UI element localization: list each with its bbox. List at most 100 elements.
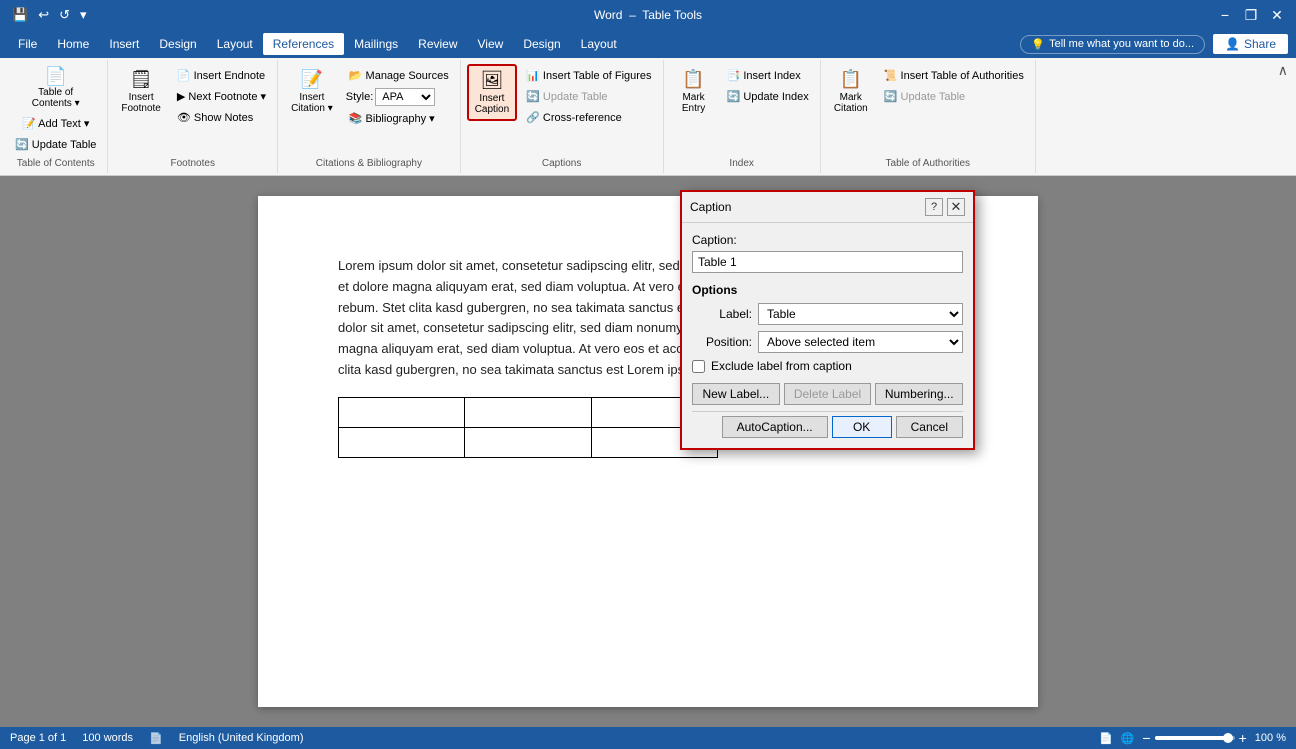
manage-sources-button[interactable]: 📂 Manage Sources — [344, 66, 454, 85]
authorities-group-label: Table of Authorities — [886, 154, 971, 169]
zoom-in-icon[interactable]: + — [1239, 730, 1247, 746]
position-select[interactable]: Above selected item Below selected item — [758, 331, 963, 353]
update-table-toc-button[interactable]: 🔄 Update Table — [10, 135, 101, 154]
menu-table-layout[interactable]: Layout — [571, 33, 627, 55]
style-select[interactable]: APA MLA Chicago — [375, 88, 435, 106]
ribbon-group-footnotes: 🗒 InsertFootnote 📄 Insert Endnote ▶ Next… — [108, 60, 278, 173]
dialog-close-button[interactable]: ✕ — [947, 198, 965, 216]
footnotes-group-label: Footnotes — [170, 154, 214, 169]
menu-file[interactable]: File — [8, 33, 47, 55]
document-table — [338, 397, 718, 458]
update-table-authorities-button[interactable]: 🔄 Update Table — [879, 87, 1029, 106]
insert-table-of-authorities-button[interactable]: 📜 Insert Table of Authorities — [879, 66, 1029, 85]
new-label-button[interactable]: New Label... — [692, 383, 780, 405]
insert-index-button[interactable]: 📑 Insert Index — [722, 66, 814, 85]
minimize-button[interactable]: − — [1214, 4, 1236, 26]
close-button[interactable]: ✕ — [1266, 4, 1288, 26]
window-controls: − ❐ ✕ — [1214, 4, 1288, 26]
dialog-title-buttons: ? ✕ — [925, 198, 965, 216]
view-print-icon[interactable]: 📄 — [1099, 732, 1113, 745]
caption-label: Caption: — [692, 233, 963, 247]
word-count: 100 words — [82, 732, 133, 744]
insert-citation-button[interactable]: 📝 InsertCitation ▾ — [284, 64, 340, 119]
caption-input[interactable] — [692, 251, 963, 273]
view-web-icon[interactable]: 🌐 — [1121, 732, 1135, 745]
zoom-bar: − + — [1142, 730, 1246, 746]
insert-caption-button[interactable]: 🖼 InsertCaption — [467, 64, 517, 121]
cancel-button[interactable]: Cancel — [896, 416, 963, 438]
language: English (United Kingdom) — [179, 732, 304, 744]
dialog-body: Caption: Options Label: Table Figure Equ… — [682, 223, 973, 448]
captions-items: 🖼 InsertCaption 📊 Insert Table of Figure… — [467, 64, 657, 154]
update-index-button[interactable]: 🔄 Update Index — [722, 87, 814, 106]
add-text-button[interactable]: 📝 Add Text ▾ — [17, 114, 94, 133]
label-field-label: Label: — [692, 307, 752, 321]
dialog-footer: AutoCaption... OK Cancel — [692, 411, 963, 438]
save-button[interactable]: 💾 — [8, 5, 32, 25]
mark-citation-button[interactable]: 📋 MarkCitation — [827, 64, 875, 119]
insert-endnote-button[interactable]: 📄 Insert Endnote — [172, 66, 271, 85]
label-select[interactable]: Table Figure Equation — [758, 303, 963, 325]
customize-button[interactable]: ▾ — [76, 5, 91, 25]
exclude-label-checkbox[interactable] — [692, 360, 705, 373]
undo-button[interactable]: ↩ — [34, 5, 53, 25]
menu-table-design[interactable]: Design — [513, 33, 570, 55]
numbering-button[interactable]: Numbering... — [875, 383, 963, 405]
zoom-thumb[interactable] — [1223, 733, 1233, 743]
options-label: Options — [692, 283, 963, 297]
dialog-title: Caption — [690, 200, 731, 214]
table-of-contents-button[interactable]: 📄 Table ofContents ▾ — [27, 64, 85, 112]
show-notes-button[interactable]: 👁 Show Notes — [172, 108, 271, 127]
toc-icon: 📄 — [44, 67, 66, 85]
restore-button[interactable]: ❐ — [1240, 4, 1262, 26]
dialog-help-button[interactable]: ? — [925, 198, 943, 216]
toc-items: 📄 Table ofContents ▾ 📝 Add Text ▾ 🔄 Upda… — [10, 64, 101, 154]
status-bar: Page 1 of 1 100 words 📄 English (United … — [0, 727, 1296, 749]
zoom-slider[interactable] — [1155, 736, 1235, 740]
ribbon-group-authorities: 📋 MarkCitation 📜 Insert Table of Authori… — [821, 60, 1036, 173]
document-container: Lorem ipsum dolor sit amet, consetetur s… — [0, 176, 1296, 727]
caption-dialog[interactable]: Caption ? ✕ Caption: Options Label: Tabl… — [680, 190, 975, 450]
mark-entry-button[interactable]: 📋 MarkEntry — [670, 64, 718, 119]
citations-items: 📝 InsertCitation ▾ 📂 Manage Sources Styl… — [284, 64, 454, 154]
cross-reference-button[interactable]: 🔗 Cross-reference — [521, 108, 656, 127]
redo-button[interactable]: ↺ — [55, 5, 74, 25]
exclude-label-row: Exclude label from caption — [692, 359, 963, 373]
zoom-level: 100 % — [1255, 732, 1286, 744]
ok-button[interactable]: OK — [832, 416, 892, 438]
toc-group-label: Table of Contents — [17, 154, 95, 169]
autocaption-button[interactable]: AutoCaption... — [722, 416, 828, 438]
insert-table-of-figures-button[interactable]: 📊 Insert Table of Figures — [521, 66, 656, 85]
zoom-out-icon[interactable]: − — [1142, 730, 1150, 746]
style-label: Style: — [346, 91, 374, 103]
delete-label-button[interactable]: Delete Label — [784, 383, 872, 405]
share-label: Share — [1244, 37, 1276, 51]
quick-access-toolbar: 💾 ↩ ↺ ▾ — [8, 5, 91, 25]
bibliography-button[interactable]: 📚 Bibliography ▾ — [344, 109, 454, 128]
insert-footnote-button[interactable]: 🗒 InsertFootnote — [114, 64, 167, 119]
title-bar-left: 💾 ↩ ↺ ▾ — [8, 5, 91, 25]
menu-right: 💡 Tell me what you want to do... 👤 Share — [1020, 34, 1288, 54]
position-field-label: Position: — [692, 335, 752, 349]
menu-mailings[interactable]: Mailings — [344, 33, 408, 55]
ribbon-collapse-button[interactable]: ∧ — [1274, 60, 1292, 81]
title-bar: 💾 ↩ ↺ ▾ Word – Table Tools − ❐ ✕ — [0, 0, 1296, 30]
app-title: Word — [594, 8, 622, 22]
tell-me-field[interactable]: 💡 Tell me what you want to do... — [1020, 35, 1205, 54]
citations-group-label: Citations & Bibliography — [316, 154, 422, 169]
title-bar-center: Word – Table Tools — [594, 8, 702, 22]
menu-review[interactable]: Review — [408, 33, 467, 55]
menu-layout[interactable]: Layout — [207, 33, 263, 55]
share-button[interactable]: 👤 Share — [1213, 34, 1288, 54]
update-table-captions-button[interactable]: 🔄 Update Table — [521, 87, 656, 106]
menu-references[interactable]: References — [263, 33, 344, 55]
label-row: Label: Table Figure Equation — [692, 303, 963, 325]
menu-design[interactable]: Design — [149, 33, 206, 55]
menu-home[interactable]: Home — [47, 33, 99, 55]
next-footnote-button[interactable]: ▶ Next Footnote ▾ — [172, 87, 271, 106]
index-items: 📋 MarkEntry 📑 Insert Index 🔄 Update Inde… — [670, 64, 814, 154]
exclude-label-text[interactable]: Exclude label from caption — [711, 359, 852, 373]
menu-insert[interactable]: Insert — [99, 33, 149, 55]
table-tools-title: Table Tools — [642, 8, 702, 22]
menu-view[interactable]: View — [468, 33, 514, 55]
